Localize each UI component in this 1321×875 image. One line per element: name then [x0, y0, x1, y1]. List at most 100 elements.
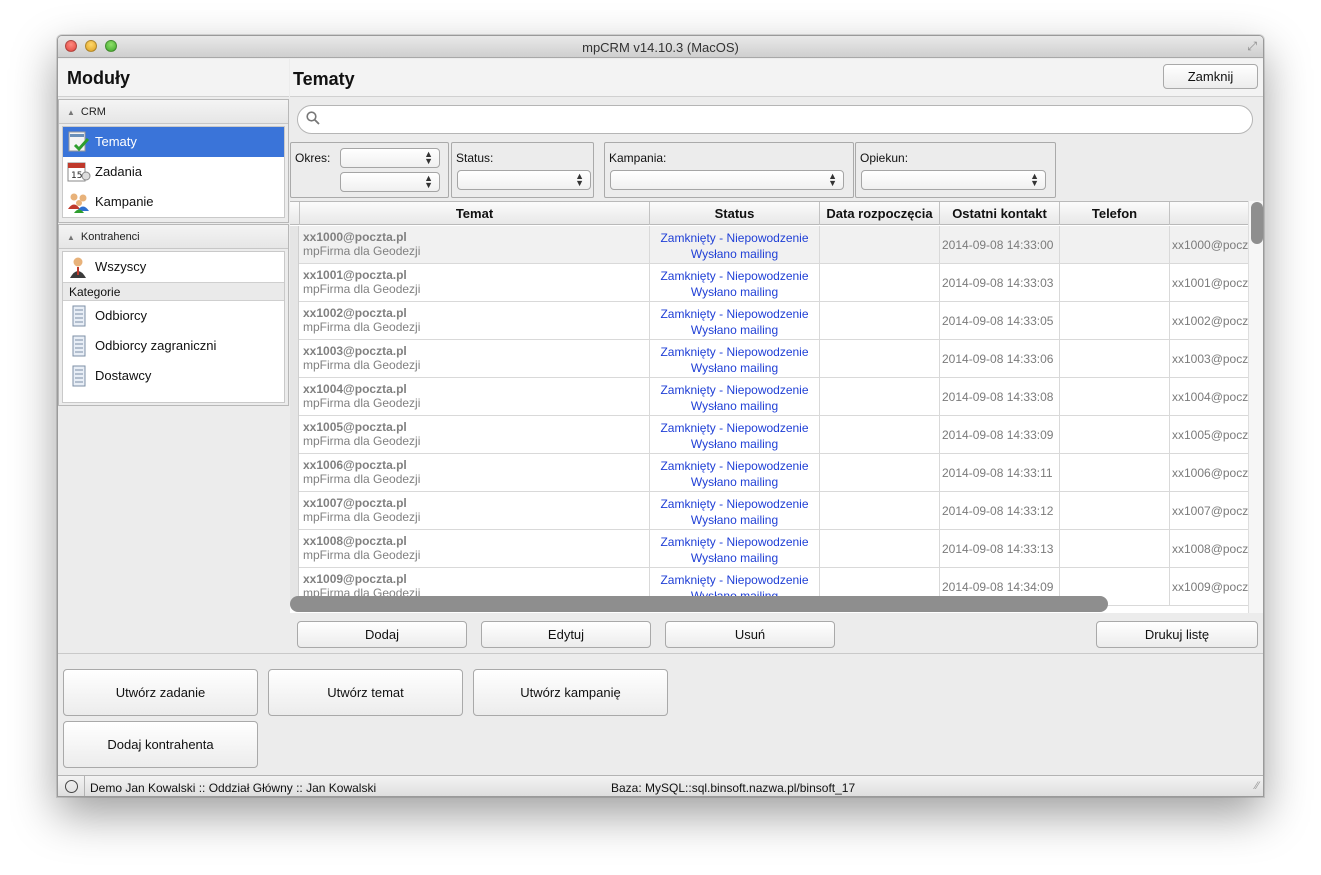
table-row[interactable]: xx1006@poczta.pl mpFirma dla Geodezji Zamk… [290, 454, 1263, 492]
sidebar-item-dostawcy[interactable]: Dostawcy [63, 361, 284, 391]
sidebar-item-label: Tematy [95, 134, 137, 149]
title-bar: mpCRM v14.10.3 (MacOS) ⤢ [58, 36, 1263, 58]
create-campaign-button[interactable]: Utwórz kampanię [473, 669, 668, 716]
topic-company: mpFirma dla Geodezji [303, 472, 421, 486]
create-topic-button[interactable]: Utwórz temat [268, 669, 463, 716]
sidebar-item-label: Wszyscy [95, 259, 147, 274]
vertical-scroll-thumb[interactable] [1251, 202, 1263, 244]
column-header-phone[interactable]: Telefon [1060, 202, 1170, 225]
task-icon [68, 131, 90, 152]
status-text: Zamknięty - Niepowodzenie [660, 573, 809, 587]
topic-company: mpFirma dla Geodezji [303, 282, 421, 296]
topic-company: mpFirma dla Geodezji [303, 320, 421, 334]
topic-company: mpFirma dla Geodezji [303, 510, 421, 524]
period-to-select[interactable]: ▲ ▼ [340, 172, 440, 192]
status-text: Zamknięty - Niepowodzenie [660, 307, 809, 321]
table-row[interactable]: xx1005@poczta.pl mpFirma dla Geodezji Zamk… [290, 416, 1263, 454]
contractors-list: Wszyscy Kategorie Odbiorcy Odbiorcy zagr… [62, 251, 285, 403]
add-contractor-button[interactable]: Dodaj kontrahenta [63, 721, 258, 768]
column-header-temat[interactable]: Temat [300, 202, 650, 225]
app-window: mpCRM v14.10.3 (MacOS) ⤢ Moduły ▲ CRM Tem… [57, 35, 1264, 797]
table-row[interactable]: xx1002@poczta.pl mpFirma dla Geodezji Zamk… [290, 302, 1263, 340]
cell-phone [1060, 264, 1170, 302]
edit-button[interactable]: Edytuj [481, 621, 651, 648]
sidebar-item-wszyscy[interactable]: Wszyscy [63, 252, 284, 282]
print-list-button[interactable]: Drukuj listę [1096, 621, 1258, 648]
crm-module-list: Tematy 15 Zadania Kampanie [62, 126, 285, 218]
document-icon [72, 305, 86, 327]
table-row[interactable]: xx1000@poczta.pl mpFirma dla Geodezji Zamk… [290, 226, 1263, 264]
last-contact-text: 2014-09-08 14:33:08 [942, 390, 1054, 404]
delete-button[interactable]: Usuń [665, 621, 835, 648]
column-header-last-contact[interactable]: Ostatni kontakt [940, 202, 1060, 225]
column-header-start-date[interactable]: Data rozpoczęcia [820, 202, 940, 225]
table-row[interactable]: xx1003@poczta.pl mpFirma dla Geodezji Zamk… [290, 340, 1263, 378]
cell-start-date [820, 416, 940, 454]
sidebar-item-kampanie[interactable]: Kampanie [63, 187, 284, 217]
vertical-scrollbar[interactable] [1248, 201, 1263, 613]
table-row[interactable]: xx1001@poczta.pl mpFirma dla Geodezji Zamk… [290, 264, 1263, 302]
sidebar-item-zadania[interactable]: 15 Zadania [63, 157, 284, 187]
sidebar-item-label: Odbiorcy [95, 308, 148, 323]
cell-last-contact: 2014-09-08 14:33:13 [940, 530, 1060, 568]
sidebar-item-label: Zadania [95, 164, 142, 179]
categories-label: Kategorie [63, 282, 284, 301]
create-task-button[interactable]: Utwórz zadanie [63, 669, 258, 716]
last-contact-text: 2014-09-08 14:33:13 [942, 542, 1054, 556]
cell-start-date [820, 530, 940, 568]
cell-last-contact: 2014-09-08 14:33:06 [940, 340, 1060, 378]
topic-company: mpFirma dla Geodezji [303, 548, 421, 562]
campaign-filter: Kampania: ▲ ▼ [604, 142, 854, 198]
period-from-select[interactable]: ▲ ▼ [340, 148, 440, 168]
contractors-section-header[interactable]: ▲ Kontrahenci [59, 225, 288, 249]
table-row[interactable]: xx1008@poczta.pl mpFirma dla Geodezji Zamk… [290, 530, 1263, 568]
status-select[interactable]: ▲ ▼ [457, 170, 591, 190]
cell-topic: xx1002@poczta.pl mpFirma dla Geodezji [300, 302, 650, 340]
status-text: Zamknięty - Niepowodzenie [660, 231, 809, 245]
table-row[interactable]: xx1007@poczta.pl mpFirma dla Geodezji Zamk… [290, 492, 1263, 530]
column-header-status[interactable]: Status [650, 202, 820, 225]
topic-company: mpFirma dla Geodezji [303, 434, 421, 448]
modules-title: Moduły [67, 68, 130, 88]
cell-start-date [820, 264, 940, 302]
sidebar-item-tematy[interactable]: Tematy [63, 127, 284, 157]
close-button[interactable]: Zamknij [1163, 64, 1258, 89]
last-contact-text: 2014-09-08 14:33:05 [942, 314, 1054, 328]
sidebar-item-odbiorcy-zagraniczni[interactable]: Odbiorcy zagraniczni [63, 331, 284, 361]
collapse-triangle-icon: ▲ [67, 108, 75, 117]
add-button[interactable]: Dodaj [297, 621, 467, 648]
status-text: Zamknięty - Niepowodzenie [660, 497, 809, 511]
cell-topic: xx1000@poczta.pl mpFirma dla Geodezji [300, 226, 650, 264]
row-marker [290, 340, 299, 378]
crm-section-header[interactable]: ▲ CRM [59, 100, 288, 124]
cell-last-contact: 2014-09-08 14:33:09 [940, 416, 1060, 454]
sidebar-item-label: Dostawcy [95, 368, 152, 383]
cell-topic: xx1006@poczta.pl mpFirma dla Geodezji [300, 454, 650, 492]
cell-phone [1060, 340, 1170, 378]
horizontal-scroll-thumb[interactable] [290, 596, 1108, 612]
row-marker [290, 492, 299, 530]
table-row[interactable]: xx1004@poczta.pl mpFirma dla Geodezji Zamk… [290, 378, 1263, 416]
campaign-select[interactable]: ▲ ▼ [610, 170, 844, 190]
last-contact-text: 2014-09-08 14:33:03 [942, 276, 1054, 290]
owner-filter: Opiekun: ▲ ▼ [855, 142, 1056, 198]
person-icon [70, 257, 86, 278]
period-label: Okres: [295, 151, 331, 165]
fullscreen-icon[interactable]: ⤢ [1247, 39, 1257, 54]
search-input[interactable] [297, 105, 1253, 134]
resize-grip-icon[interactable]: ⁄⁄ [1255, 780, 1259, 792]
status-text: Zamknięty - Niepowodzenie [660, 459, 809, 473]
topic-email: xx1000@poczta.pl [303, 230, 407, 244]
search-icon [306, 111, 320, 125]
owner-select[interactable]: ▲ ▼ [861, 170, 1046, 190]
status-filter: Status: ▲ ▼ [451, 142, 594, 198]
sidebar-item-odbiorcy[interactable]: Odbiorcy [63, 301, 284, 331]
cell-last-contact: 2014-09-08 14:33:00 [940, 226, 1060, 264]
stepper-arrows-icon: ▲ ▼ [828, 171, 837, 188]
cell-status: Zamknięty - Niepowodzenie Wysłano mailing [650, 302, 820, 340]
cell-last-contact: 2014-09-08 14:33:08 [940, 378, 1060, 416]
topics-header: Tematy [290, 59, 1263, 97]
row-marker [290, 530, 299, 568]
status-text: Zamknięty - Niepowodzenie [660, 383, 809, 397]
status-subtext: Wysłano mailing [690, 551, 779, 565]
